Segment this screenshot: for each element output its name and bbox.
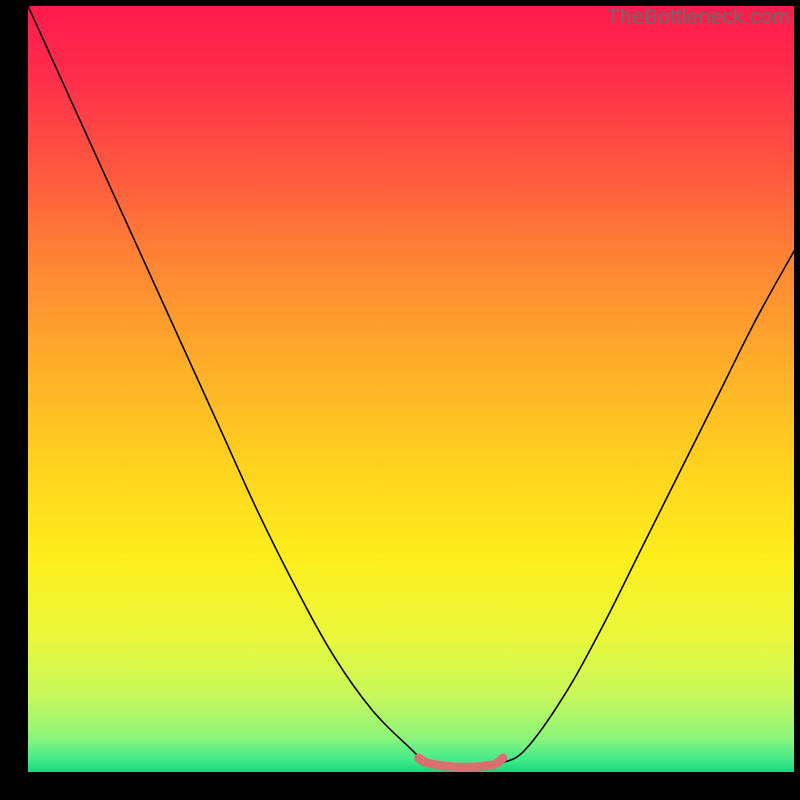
watermark-label: TheBottleneck.com — [607, 6, 790, 30]
chart-frame: TheBottleneck.com — [0, 0, 800, 800]
plot-area — [28, 6, 794, 772]
bottleneck-chart-svg — [28, 6, 794, 772]
gradient-background — [28, 6, 794, 772]
